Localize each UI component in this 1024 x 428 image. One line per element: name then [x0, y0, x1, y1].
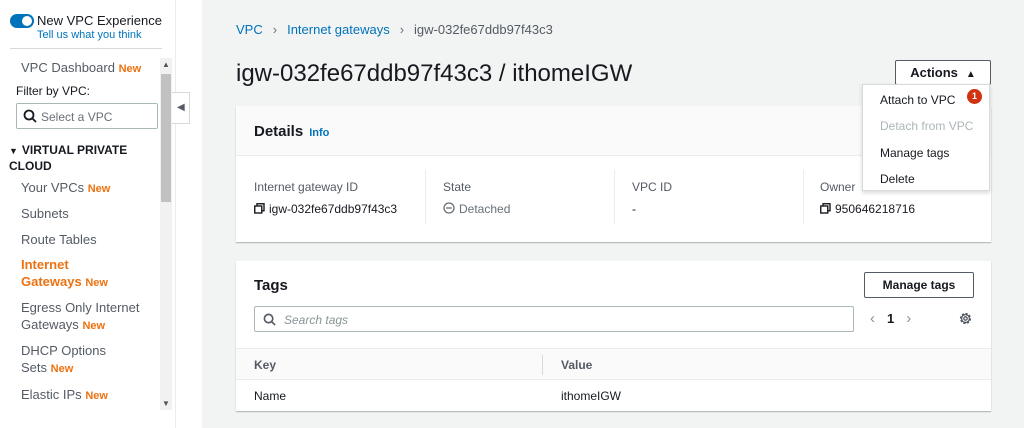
sidebar-item-vpc-dashboard[interactable]: VPC Dashboard New	[21, 59, 161, 78]
sidebar-item-elastic-ips[interactable]: Elastic IPs New	[21, 386, 161, 405]
copy-icon[interactable]	[254, 203, 265, 214]
sidebar-divider	[10, 48, 162, 49]
copy-icon[interactable]	[820, 203, 831, 214]
new-badge: New	[85, 277, 108, 289]
table-header: Key Value	[236, 348, 991, 380]
sidebar: New VPC Experience Tell us what you thin…	[0, 0, 176, 428]
search-tags-input[interactable]: Search tags	[254, 306, 854, 332]
section-virtual-private-cloud[interactable]: ▼ VIRTUAL PRIVATE CLOUD	[9, 143, 159, 174]
sidebar-item-your-vpcs[interactable]: Your VPCs New	[21, 179, 161, 198]
chevron-left-icon[interactable]: ‹	[870, 310, 875, 327]
menu-item-delete[interactable]: Delete	[880, 172, 915, 186]
breadcrumb-internet-gateways[interactable]: Internet gateways	[287, 22, 390, 37]
menu-item-attach-to-vpc[interactable]: Attach to VPC	[880, 93, 955, 107]
page-number[interactable]: 1	[887, 311, 894, 326]
sidebar-item-route-tables[interactable]: Route Tables	[21, 231, 161, 248]
detail-state: State Detached	[443, 180, 510, 216]
sidebar-item-label: Your VPCs	[21, 180, 85, 195]
detail-label: Internet gateway ID	[254, 180, 359, 194]
vpc-experience-title: New VPC Experience	[37, 13, 162, 28]
main-content: VPC › Internet gateways › igw-032fe67ddb97f4…	[202, 0, 1024, 428]
scroll-down-icon[interactable]: ▼	[162, 399, 170, 408]
actions-button[interactable]: Actions ▲	[895, 60, 991, 85]
new-badge: New	[82, 320, 106, 332]
vpc-filter-select[interactable]: Select a VPC	[16, 103, 158, 129]
menu-item-detach-from-vpc: Detach from VPC	[880, 119, 974, 133]
sidebar-item-label: Elastic IPs	[21, 387, 82, 402]
column-divider	[803, 170, 804, 224]
new-badge: New	[118, 63, 142, 75]
caret-up-icon: ▲	[965, 69, 976, 80]
scroll-up-icon[interactable]: ▲	[162, 60, 170, 69]
details-title-text: Details	[254, 123, 304, 140]
detail-value: igw-032fe67ddb97f43c3	[254, 202, 397, 216]
detail-vpc-id: VPC ID -	[632, 180, 672, 216]
owner-value: 950646218716	[835, 202, 916, 216]
sidebar-item-subnets[interactable]: Subnets	[21, 205, 161, 222]
info-link[interactable]: Info	[309, 127, 329, 139]
sidebar-item-label: Egress Only Internet Gateways	[21, 300, 140, 332]
new-badge: New	[85, 390, 108, 402]
pagination: ‹ 1 ›	[870, 310, 911, 327]
sidebar-item-label: VPC Dashboard	[21, 60, 115, 75]
sidebar-item-label: Internet Gateways	[21, 257, 82, 289]
notification-badge: 1	[967, 89, 982, 104]
detail-internet-gateway-id: Internet gateway ID igw-032fe67ddb97f43c…	[254, 180, 397, 216]
vpc-filter-placeholder: Select a VPC	[41, 110, 113, 124]
state-value: Detached	[459, 202, 511, 216]
search-icon	[263, 313, 276, 326]
column-divider	[542, 355, 543, 375]
actions-dropdown-menu: Attach to VPC 1 Detach from VPC Manage t…	[862, 84, 990, 191]
new-badge: New	[87, 183, 111, 195]
collapse-sidebar-button[interactable]: ◀	[172, 92, 190, 124]
stopped-status-icon	[443, 202, 455, 214]
tags-title: Tags	[254, 277, 288, 294]
page-title: igw-032fe67ddb97f43c3 / ithomeIGW	[236, 60, 633, 87]
chevron-right-icon: ›	[399, 22, 405, 37]
tag-value-cell: ithomeIGW	[561, 389, 622, 403]
column-divider	[614, 170, 615, 224]
search-tags-placeholder: Search tags	[284, 313, 349, 327]
gateway-id-value: igw-032fe67ddb97f43c3	[269, 202, 398, 216]
new-badge: New	[50, 363, 74, 375]
chevron-right-icon[interactable]: ›	[906, 310, 911, 327]
gear-icon[interactable]	[958, 311, 973, 326]
manage-tags-button[interactable]: Manage tags	[864, 272, 974, 298]
detail-value: -	[632, 202, 636, 216]
breadcrumb: VPC › Internet gateways › igw-032fe67ddb97f4…	[236, 22, 553, 37]
sidebar-item-egress-only-gateways[interactable]: Egress Only Internet Gateways New	[21, 299, 161, 335]
new-vpc-experience-toggle[interactable]	[10, 14, 34, 28]
chevron-right-icon: ›	[272, 22, 278, 37]
filter-label: Filter by VPC:	[16, 84, 91, 98]
actions-label: Actions	[910, 65, 958, 80]
tag-key-cell: Name	[254, 389, 287, 403]
caret-down-icon: ▼	[9, 146, 18, 156]
detail-value: 950646218716	[820, 202, 915, 216]
detail-value: Detached	[443, 202, 510, 216]
sidebar-item-internet-gateways[interactable]: Internet Gateways New	[21, 256, 131, 292]
search-icon	[23, 109, 37, 123]
breadcrumb-vpc[interactable]: VPC	[236, 22, 263, 37]
chevron-left-icon: ◀	[177, 102, 185, 113]
sidebar-item-label: Subnets	[21, 206, 69, 221]
sidebar-item-label: Route Tables	[21, 232, 97, 247]
section-title: VIRTUAL PRIVATE CLOUD	[9, 143, 128, 173]
menu-item-manage-tags[interactable]: Manage tags	[880, 146, 949, 160]
scrollbar-thumb[interactable]	[161, 74, 171, 202]
feedback-link[interactable]: Tell us what you think	[37, 29, 142, 41]
sidebar-item-dhcp-options[interactable]: DHCP Options Sets New	[21, 342, 121, 378]
breadcrumb-current: igw-032fe67ddb97f43c3	[414, 22, 553, 37]
column-header-value[interactable]: Value	[561, 358, 592, 372]
sidebar-scrollbar[interactable]: ▲ ▼	[160, 58, 172, 410]
details-title: Details Info	[254, 123, 329, 140]
detail-label: VPC ID	[632, 180, 673, 194]
column-header-key[interactable]: Key	[254, 358, 276, 372]
column-divider	[425, 170, 426, 224]
tags-panel: Tags Manage tags Search tags ‹ 1 › Key Val…	[236, 261, 991, 411]
detail-label: State	[443, 180, 472, 194]
